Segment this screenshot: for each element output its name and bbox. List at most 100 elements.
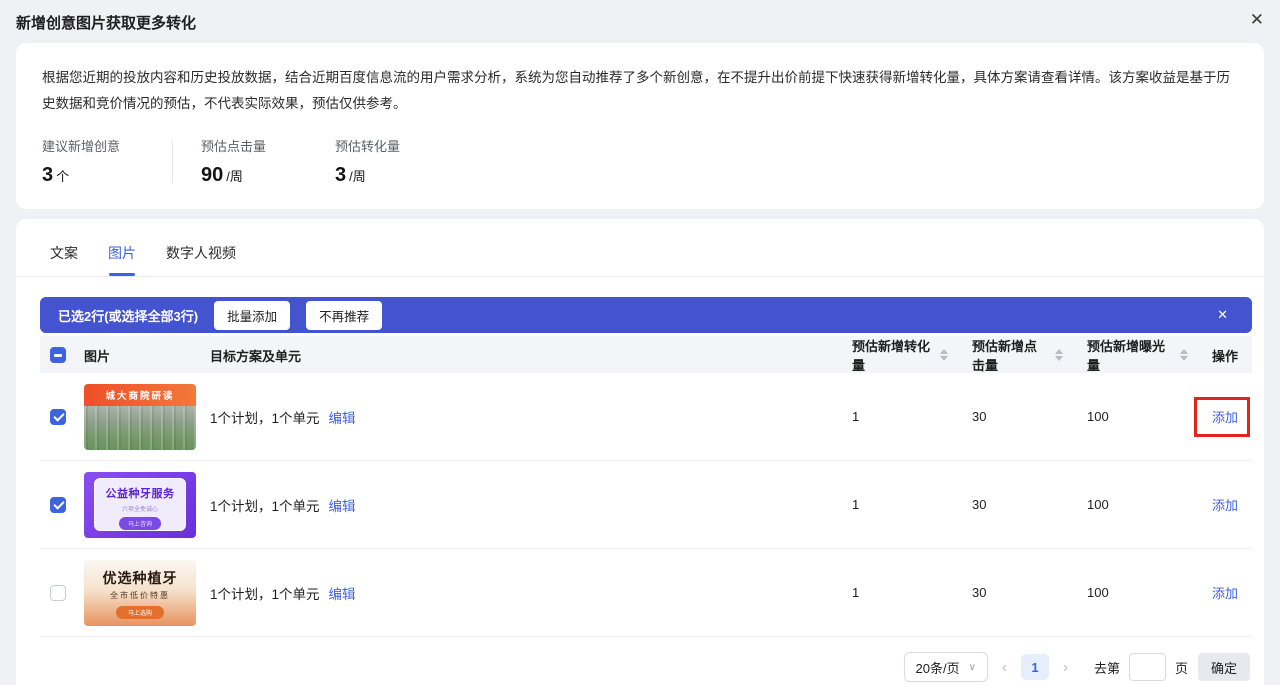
tab-digital-human-video[interactable]: 数字人视频 bbox=[166, 243, 236, 276]
est-conversions-value: 1 bbox=[828, 409, 948, 424]
stat-value: 90/周 bbox=[201, 164, 309, 187]
stat-unit: /周 bbox=[226, 169, 243, 184]
creative-thumbnail-dental-orange: 优选种植牙 全市低价特惠 马上选购 bbox=[84, 560, 196, 626]
thumbnail-cta-button: 马上选购 bbox=[116, 606, 164, 619]
sort-icon[interactable] bbox=[940, 349, 948, 361]
action-cell: 添加 bbox=[1188, 495, 1252, 514]
page-size-value: 20条/页 bbox=[916, 658, 960, 677]
stat-est-clicks: 预估点击量 90/周 bbox=[201, 136, 309, 187]
tab-divider bbox=[16, 276, 1264, 277]
target-plan-cell: 1个计划，1个单元编辑 bbox=[210, 583, 828, 603]
stat-unit: 个 bbox=[56, 169, 69, 184]
sort-icon[interactable] bbox=[1180, 349, 1188, 361]
main-panel: 文案 图片 数字人视频 已选2行(或选择全部3行) 批量添加 不再推荐 ✕ 图片… bbox=[16, 219, 1264, 685]
plan-text: 1个计划，1个单元 bbox=[210, 411, 320, 426]
header-est-impressions[interactable]: 预估新增曝光量 bbox=[1063, 336, 1188, 374]
thumbnail-card: 公益种牙服务 六项全免诚心 马上咨询 bbox=[94, 478, 186, 531]
prev-page-icon[interactable]: ‹ bbox=[994, 659, 1015, 676]
creative-thumbnail-dental-purple: 公益种牙服务 六项全免诚心 马上咨询 bbox=[84, 472, 196, 538]
banner-close-icon[interactable]: ✕ bbox=[1217, 307, 1234, 323]
stat-unit: /周 bbox=[349, 169, 366, 184]
selection-count-text: 已选2行(或选择全部3行) bbox=[58, 306, 198, 325]
table-header-row: 图片 目标方案及单元 预估新增转化量 预估新增点击量 预估新增曝光量 操作 bbox=[40, 336, 1252, 373]
goto-page-suffix: 页 bbox=[1175, 658, 1188, 677]
thumbnail-subtitle: 六项全免诚心 bbox=[122, 504, 158, 513]
row-checkbox-cell bbox=[40, 409, 84, 425]
current-page-button[interactable]: 1 bbox=[1021, 654, 1049, 680]
table-row: 公益种牙服务 六项全免诚心 马上咨询 1个计划，1个单元编辑 1 30 100 … bbox=[40, 461, 1252, 549]
target-plan-cell: 1个计划，1个单元编辑 bbox=[210, 407, 828, 427]
action-cell: 添加 bbox=[1188, 583, 1252, 602]
stat-label: 预估点击量 bbox=[201, 136, 309, 155]
add-link[interactable]: 添加 bbox=[1212, 410, 1238, 425]
image-cell: 公益种牙服务 六项全免诚心 马上咨询 bbox=[84, 472, 210, 538]
stat-number: 3 bbox=[42, 164, 53, 186]
thumbnail-title: 优选种植牙 bbox=[103, 568, 178, 588]
tab-copywriting[interactable]: 文案 bbox=[50, 243, 78, 276]
summary-panel: 根据您近期的投放内容和历史投放数据，结合近期百度信息流的用户需求分析，系统为您自… bbox=[16, 43, 1264, 209]
image-cell: 城大商院研读 bbox=[84, 384, 210, 450]
thumbnail-photo bbox=[84, 406, 196, 450]
header-image: 图片 bbox=[84, 346, 210, 365]
tab-bar: 文案 图片 数字人视频 bbox=[40, 243, 1252, 276]
dialog-title: 新增创意图片获取更多转化 bbox=[16, 12, 1264, 33]
thumbnail-title: 公益种牙服务 bbox=[106, 485, 175, 501]
est-clicks-value: 30 bbox=[948, 585, 1063, 600]
add-link[interactable]: 添加 bbox=[1212, 498, 1238, 513]
sort-icon[interactable] bbox=[1055, 349, 1063, 361]
chevron-down-icon: ∨ bbox=[969, 662, 976, 673]
recommendation-table: 图片 目标方案及单元 预估新增转化量 预估新增点击量 预估新增曝光量 操作 城大… bbox=[40, 336, 1252, 637]
recommendation-description: 根据您近期的投放内容和历史投放数据，结合近期百度信息流的用户需求分析，系统为您自… bbox=[42, 65, 1238, 116]
stat-divider bbox=[172, 141, 173, 183]
edit-link[interactable]: 编辑 bbox=[329, 499, 356, 514]
header-est-clicks[interactable]: 预估新增点击量 bbox=[948, 336, 1063, 374]
plan-text: 1个计划，1个单元 bbox=[210, 499, 320, 514]
row-checkbox-cell bbox=[40, 585, 84, 601]
goto-page-input[interactable] bbox=[1129, 653, 1166, 681]
stat-label: 预估转化量 bbox=[335, 136, 443, 155]
est-impressions-value: 100 bbox=[1063, 585, 1188, 600]
header-label: 预估新增转化量 bbox=[852, 336, 933, 374]
stats-row: 建议新增创意 3个 预估点击量 90/周 预估转化量 3/周 bbox=[42, 136, 1238, 187]
stop-recommend-button[interactable]: 不再推荐 bbox=[306, 301, 382, 330]
close-icon[interactable]: ✕ bbox=[1250, 11, 1264, 28]
header-target: 目标方案及单元 bbox=[210, 346, 828, 365]
header-label: 预估新增曝光量 bbox=[1087, 336, 1173, 374]
stat-value: 3/周 bbox=[335, 164, 443, 187]
creative-thumbnail-campus: 城大商院研读 bbox=[84, 384, 196, 450]
row-checkbox[interactable] bbox=[50, 497, 66, 513]
stat-value: 3个 bbox=[42, 164, 150, 187]
stat-number: 3 bbox=[335, 164, 346, 186]
select-all-checkbox[interactable] bbox=[50, 347, 66, 363]
selection-banner: 已选2行(或选择全部3行) 批量添加 不再推荐 ✕ bbox=[40, 297, 1252, 333]
action-cell: 添加 bbox=[1188, 407, 1252, 426]
est-conversions-value: 1 bbox=[828, 585, 948, 600]
confirm-button[interactable]: 确定 bbox=[1198, 653, 1250, 681]
edit-link[interactable]: 编辑 bbox=[329, 411, 356, 426]
target-plan-cell: 1个计划，1个单元编辑 bbox=[210, 495, 828, 515]
est-impressions-value: 100 bbox=[1063, 497, 1188, 512]
add-link[interactable]: 添加 bbox=[1212, 586, 1238, 601]
stat-new-creatives: 建议新增创意 3个 bbox=[42, 136, 150, 187]
header-checkbox-cell bbox=[40, 347, 84, 363]
tab-images[interactable]: 图片 bbox=[108, 243, 136, 276]
batch-add-button[interactable]: 批量添加 bbox=[214, 301, 290, 330]
row-checkbox[interactable] bbox=[50, 585, 66, 601]
plan-text: 1个计划，1个单元 bbox=[210, 587, 320, 602]
header-action: 操作 bbox=[1188, 346, 1252, 365]
page-size-select[interactable]: 20条/页 ∨ bbox=[904, 652, 988, 682]
header-est-conversions[interactable]: 预估新增转化量 bbox=[828, 336, 948, 374]
est-impressions-value: 100 bbox=[1063, 409, 1188, 424]
image-cell: 优选种植牙 全市低价特惠 马上选购 bbox=[84, 560, 210, 626]
est-conversions-value: 1 bbox=[828, 497, 948, 512]
thumbnail-subtitle: 全市低价特惠 bbox=[110, 590, 170, 601]
table-row: 优选种植牙 全市低价特惠 马上选购 1个计划，1个单元编辑 1 30 100 添… bbox=[40, 549, 1252, 637]
row-checkbox[interactable] bbox=[50, 409, 66, 425]
stat-est-conversions: 预估转化量 3/周 bbox=[335, 136, 443, 187]
thumbnail-banner-text: 城大商院研读 bbox=[84, 384, 196, 406]
next-page-icon[interactable]: › bbox=[1055, 659, 1076, 676]
edit-link[interactable]: 编辑 bbox=[329, 587, 356, 602]
stat-label: 建议新增创意 bbox=[42, 136, 150, 155]
goto-page-prefix: 去第 bbox=[1094, 658, 1120, 677]
table-row: 城大商院研读 1个计划，1个单元编辑 1 30 100 添加 bbox=[40, 373, 1252, 461]
